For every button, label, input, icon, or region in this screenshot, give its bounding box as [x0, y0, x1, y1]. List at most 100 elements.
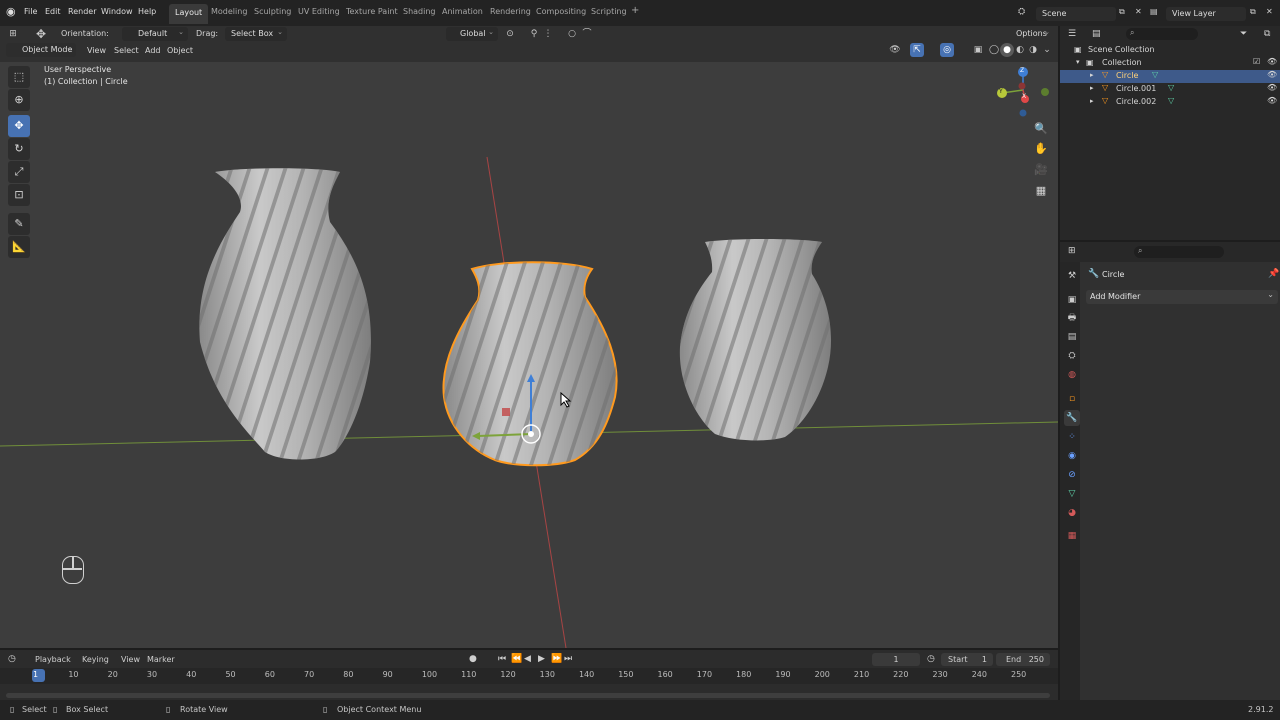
remove-scene-icon[interactable]: ✕ — [1135, 7, 1142, 16]
solid-shading-icon[interactable]: ● — [1000, 43, 1014, 57]
texture-tab-icon[interactable]: ▦ — [1064, 528, 1080, 544]
outliner-item-circle-002[interactable]: ▸ ▽ Circle.002 ▽ 👁 — [1060, 96, 1280, 109]
filter-icon[interactable]: ⏷ — [1240, 29, 1247, 39]
tab-animation[interactable]: Animation — [442, 7, 483, 16]
menu-render[interactable]: Render — [68, 7, 96, 16]
outliner-scene-collection[interactable]: ▣ Scene Collection — [1060, 44, 1280, 57]
properties-editor-icon[interactable]: ⊞ — [1068, 246, 1076, 256]
select-box-tool[interactable]: ⬚ — [8, 66, 30, 88]
tab-uv-editing[interactable]: UV Editing — [298, 7, 340, 16]
editor-type-icon[interactable]: ⊞ — [6, 27, 20, 41]
output-tab-icon[interactable]: 🖶 — [1064, 310, 1080, 326]
world-tab-icon[interactable]: ◍ — [1064, 367, 1080, 383]
rendered-shading-icon[interactable]: ◑ — [1026, 43, 1040, 57]
tool-tab-icon[interactable]: ⚒ — [1064, 268, 1080, 284]
play-reverse-icon[interactable]: ◀ — [524, 654, 531, 664]
constraints-tab-icon[interactable]: ⊘ — [1064, 467, 1080, 483]
menu-edit[interactable]: Edit — [45, 7, 61, 16]
checkbox-icon[interactable]: ☑ — [1253, 57, 1260, 66]
snap-target-icon[interactable]: ⋮ — [541, 27, 555, 41]
options-dropdown[interactable]: Options ⌄ — [1010, 27, 1054, 41]
transform-tool[interactable]: ⊡ — [8, 184, 30, 206]
proportional-edit-icon[interactable]: ○ — [565, 27, 579, 41]
timeline-menu-playback[interactable]: Playback — [35, 655, 71, 664]
overlay-toggle-icon[interactable]: ◎ — [940, 43, 954, 57]
visibility-icon[interactable]: 👁 — [888, 43, 902, 57]
scale-tool[interactable]: ⤢ — [8, 161, 30, 183]
annotate-tool[interactable]: ✎ — [8, 213, 30, 235]
tab-shading[interactable]: Shading — [403, 7, 436, 16]
eye-icon[interactable]: 👁 — [1267, 70, 1277, 79]
tab-layout[interactable]: Layout — [169, 4, 209, 24]
scene-icon[interactable]: ⛭ — [1018, 7, 1025, 17]
new-view-layer-icon[interactable]: ⧉ — [1250, 7, 1256, 17]
object-tab-icon[interactable]: ▫ — [1064, 391, 1080, 407]
view-layer-selector[interactable]: View Layer — [1166, 7, 1246, 21]
header-menu-select[interactable]: Select — [114, 46, 139, 55]
play-icon[interactable]: ▶ — [538, 654, 545, 664]
start-frame-field[interactable]: Start 1 — [941, 653, 993, 666]
pan-hand-icon[interactable]: ✋ — [1031, 139, 1051, 159]
drag-dropdown[interactable]: Select Box ⌄ — [225, 27, 287, 41]
transform-orientation-dropdown[interactable]: Global ⌄ — [446, 27, 498, 41]
jump-end-icon[interactable]: ⏭ — [564, 654, 572, 664]
move-tool[interactable]: ✥ — [8, 115, 30, 137]
xray-icon[interactable]: ▣ — [971, 43, 985, 57]
orientation-dropdown[interactable]: Default ⌄ — [122, 27, 188, 41]
jump-start-icon[interactable]: ⏮ — [498, 654, 506, 664]
timeline-menu-keying[interactable]: Keying — [82, 655, 109, 664]
outliner-editor-icon[interactable]: ☰ — [1068, 29, 1076, 39]
end-frame-field[interactable]: End 250 — [996, 653, 1050, 666]
menu-help[interactable]: Help — [138, 7, 156, 16]
view-layer-icon[interactable]: ▤ — [1150, 7, 1158, 16]
add-workspace-button[interactable]: + — [631, 5, 639, 16]
record-icon[interactable]: ● — [469, 654, 477, 664]
camera-view-icon[interactable]: 🎥 — [1031, 160, 1051, 180]
menu-file[interactable]: File — [24, 7, 37, 16]
modifier-tab-icon[interactable]: 🔧 — [1064, 410, 1080, 426]
menu-window[interactable]: Window — [101, 7, 133, 16]
view-layer-tab-icon[interactable]: ▤ — [1064, 329, 1080, 345]
data-tab-icon[interactable]: ▽ — [1064, 486, 1080, 502]
timeline-scrollbar[interactable] — [6, 693, 1050, 698]
scene-selector[interactable]: Scene — [1036, 7, 1116, 21]
display-mode-icon[interactable]: ▤ — [1092, 29, 1101, 39]
zoom-icon[interactable]: 🔍 — [1031, 119, 1051, 139]
snap-icon[interactable]: ⚲ — [527, 27, 541, 41]
tab-compositing[interactable]: Compositing — [536, 7, 586, 16]
blender-logo-icon[interactable]: ◉ — [6, 5, 16, 18]
tab-scripting[interactable]: Scripting — [591, 7, 627, 16]
header-menu-object[interactable]: Object — [167, 46, 193, 55]
render-tab-icon[interactable]: ▣ — [1064, 292, 1080, 308]
outliner-item-circle[interactable]: ▸ ▽ Circle ▽ 👁 — [1060, 70, 1280, 83]
shading-options-icon[interactable]: ⌄ — [1040, 43, 1054, 57]
tab-sculpting[interactable]: Sculpting — [254, 7, 291, 16]
measure-tool[interactable]: 📐 — [8, 236, 30, 258]
scene-tab-icon[interactable]: ⛭ — [1064, 348, 1080, 364]
current-frame-field[interactable]: 1 — [872, 653, 920, 666]
tab-texture-paint[interactable]: Texture Paint — [346, 7, 398, 16]
prev-keyframe-icon[interactable]: ⏪ — [511, 654, 522, 664]
preview-range-icon[interactable]: ◷ — [927, 654, 935, 664]
properties-search-input[interactable]: ⌕ — [1134, 246, 1224, 258]
timeline-editor-icon[interactable]: ◷ — [8, 654, 16, 664]
physics-tab-icon[interactable]: ◉ — [1064, 448, 1080, 464]
outliner-collection[interactable]: ▾ ▣ Collection ☑ 👁 — [1060, 57, 1280, 70]
particles-tab-icon[interactable]: ⁘ — [1064, 429, 1080, 445]
outliner-item-circle-001[interactable]: ▸ ▽ Circle.001 ▽ 👁 — [1060, 83, 1280, 96]
eye-icon[interactable]: 👁 — [1267, 96, 1277, 105]
pin-icon[interactable]: 📌 — [1268, 269, 1279, 279]
falloff-icon[interactable]: ⌒ — [580, 27, 594, 41]
pivot-icon[interactable]: ⊙ — [503, 27, 517, 41]
eye-icon[interactable]: 👁 — [1267, 57, 1277, 66]
timeline-menu-marker[interactable]: Marker — [147, 655, 175, 664]
outliner-search-input[interactable]: ⌕ — [1126, 28, 1198, 40]
header-menu-view[interactable]: View — [87, 46, 106, 55]
tab-rendering[interactable]: Rendering — [490, 7, 531, 16]
wireframe-shading-icon[interactable]: ◯ — [987, 43, 1001, 57]
move-tool-icon[interactable]: ✥ — [34, 27, 48, 41]
cursor-tool[interactable]: ⊕ — [8, 89, 30, 111]
remove-view-layer-icon[interactable]: ✕ — [1266, 7, 1273, 16]
tab-modeling[interactable]: Modeling — [211, 7, 247, 16]
mode-dropdown[interactable]: Object Mode ⌄ — [6, 43, 76, 57]
